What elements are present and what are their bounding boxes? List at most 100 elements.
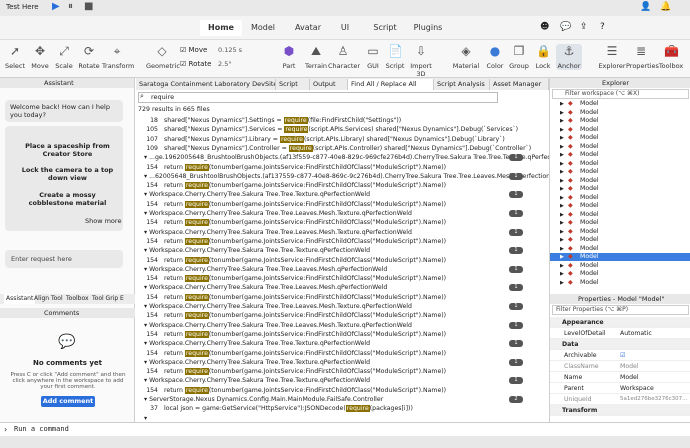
explorer-item[interactable]: ▶ ◆ Model bbox=[550, 134, 690, 142]
rotate-checkbox[interactable]: ☑ Rotate bbox=[180, 60, 211, 68]
chat-icon[interactable]: 💬 bbox=[560, 22, 571, 32]
explorer-item[interactable]: ▶ ◆ Model bbox=[550, 270, 690, 278]
prop-archivable[interactable]: Archivable ☑ bbox=[550, 350, 690, 361]
result-file[interactable]: ▾ Workspace.Cherry.CherryTree.Sakura Tre… bbox=[136, 265, 549, 274]
result-line[interactable]: 154 return require(tonumber(game.JointsSe… bbox=[136, 274, 549, 283]
anchor-button[interactable]: ⚓ Anchor bbox=[556, 44, 582, 70]
result-line[interactable]: 37 local json = game:GetService("HttpServ… bbox=[136, 404, 549, 413]
explorer-button[interactable]: ☰ Explorer bbox=[598, 44, 626, 70]
character-button[interactable]: ♙ Character bbox=[328, 44, 360, 70]
tab-script[interactable]: Script bbox=[368, 20, 402, 36]
explorer-item[interactable]: ▶ ◆ Model bbox=[550, 177, 690, 185]
play-icon[interactable]: ▶ bbox=[52, 1, 60, 12]
explorer-item[interactable]: ▶ ◆ Model bbox=[550, 160, 690, 168]
result-line[interactable]: 18 shared["Nexus Dynamics"].Settings = re… bbox=[136, 116, 549, 125]
result-file[interactable]: ▾ Workspace.Cherry.CherryTree.Sakura Tre… bbox=[136, 302, 549, 311]
toolbox-button[interactable]: 🧰 Toolbox bbox=[656, 44, 686, 70]
script-button[interactable]: 📄 Script bbox=[382, 44, 408, 70]
explorer-item[interactable]: ▶ ◆ Model bbox=[550, 126, 690, 134]
chevron-right-icon[interactable]: ▶ bbox=[560, 143, 564, 151]
result-line[interactable]: 154 return require(tonumber(game.JointsSe… bbox=[136, 256, 549, 265]
result-file[interactable]: ▾ Workspace.Cherry.CherryTree.Sakura Tre… bbox=[136, 376, 549, 385]
place-name[interactable]: Test Here bbox=[6, 3, 39, 11]
result-line[interactable]: 105 shared["Nexus Dynamics"].Services = r… bbox=[136, 125, 549, 134]
result-line[interactable]: 154 return require(tonumber(game.JointsSe… bbox=[136, 311, 549, 320]
user-avatar-icon[interactable]: ☻ bbox=[540, 22, 549, 32]
result-line[interactable]: 109 shared["Nexus Dynamics"].Controller =… bbox=[136, 144, 549, 153]
explorer-item[interactable]: ▶ ◆ Model bbox=[550, 279, 690, 287]
chevron-right-icon[interactable]: ▶ bbox=[560, 126, 564, 134]
explorer-item[interactable]: ▶ ◆ Model bbox=[550, 262, 690, 270]
section-appearance[interactable]: Appearance bbox=[550, 317, 690, 328]
chevron-right-icon[interactable]: ▶ bbox=[560, 262, 564, 270]
tab-assistant[interactable]: Assistant bbox=[4, 294, 36, 304]
suggestion-2[interactable]: Lock the camera to a top down view bbox=[20, 166, 115, 182]
checkbox-icon[interactable]: ☑ bbox=[620, 350, 626, 361]
help-icon[interactable]: ? bbox=[600, 22, 605, 32]
request-input[interactable]: Enter request here bbox=[5, 250, 123, 268]
geometric-tool[interactable]: ◇ Geometric bbox=[146, 44, 180, 70]
explorer-item[interactable]: ▶ ◆ Model bbox=[550, 151, 690, 159]
chevron-right-icon[interactable]: ▶ bbox=[560, 185, 564, 193]
explorer-item[interactable]: ▶ ◆ Model bbox=[550, 143, 690, 151]
result-line[interactable]: 154 return require(tonumber(game.JointsSe… bbox=[136, 200, 549, 209]
select-tool[interactable]: ➚ Select bbox=[2, 44, 28, 70]
explorer-item[interactable]: ▶ ◆ Model bbox=[550, 253, 690, 261]
part-button[interactable]: ⬢ Part bbox=[276, 44, 302, 70]
tab-toolbox[interactable]: Toolbox bbox=[66, 294, 89, 304]
share-icon[interactable]: ⇪ bbox=[580, 22, 588, 32]
explorer-filter[interactable]: Filter workspace (⌥ ⌘X) bbox=[552, 89, 689, 99]
stop-icon[interactable]: ■ bbox=[84, 1, 93, 12]
chevron-right-icon[interactable]: ▶ bbox=[560, 160, 564, 168]
tab-asset-manager[interactable]: Asset Manager bbox=[490, 79, 549, 90]
result-file[interactable]: ▾ Workspace.Cherry.CherryTree.Sakura Tre… bbox=[136, 283, 549, 292]
suggestion-1[interactable]: Place a spaceship from Creator Store bbox=[20, 142, 115, 158]
result-line[interactable]: 154 return require(tonumber(game.JointsSe… bbox=[136, 386, 549, 395]
properties-filter[interactable]: Filter Properties (⌥ ⌘P) bbox=[552, 305, 689, 315]
result-file[interactable]: ▾ ...ge.1962005648_BrushtoolBrushObjects… bbox=[136, 153, 549, 162]
suggestion-3[interactable]: Create a mossy cobblestone material bbox=[20, 191, 115, 207]
explorer-item[interactable]: ▶ ◆ Model bbox=[550, 245, 690, 253]
transform-tool[interactable]: ⌖ Transform bbox=[102, 44, 134, 70]
result-line[interactable]: 154 return require(tonumber(game.JointsSe… bbox=[136, 163, 549, 172]
tab-place[interactable]: Saratoga Containment Laboratory DevSite bbox=[136, 79, 276, 90]
chevron-right-icon[interactable]: ▶ bbox=[560, 279, 564, 287]
result-file[interactable]: ▾ ServerStorage.Nexus Dynamics.Config.Ma… bbox=[136, 395, 549, 404]
tab-script-analysis[interactable]: Script Analysis bbox=[434, 79, 490, 90]
chevron-right-icon[interactable]: ▶ bbox=[560, 211, 564, 219]
result-line[interactable]: 154 return require(tonumber(game.JointsSe… bbox=[136, 367, 549, 376]
terrain-button[interactable]: ⛰ Terrain bbox=[302, 44, 330, 70]
chevron-right-icon[interactable]: ▶ bbox=[560, 100, 564, 108]
tab-model[interactable]: Model bbox=[244, 20, 282, 36]
result-line[interactable]: 154 return require(tonumber(game.JointsSe… bbox=[136, 349, 549, 358]
chevron-right-icon[interactable]: ▶ bbox=[560, 168, 564, 176]
explorer-item[interactable]: ▶ ◆ Model bbox=[550, 228, 690, 236]
chevron-right-icon[interactable]: ▶ bbox=[560, 109, 564, 117]
explorer-item[interactable]: ▶ ◆ Model bbox=[550, 100, 690, 108]
tab-output[interactable]: Output bbox=[310, 79, 348, 90]
result-file[interactable]: ▾ ...62005648_BrushtoolBrushObjects.(af1… bbox=[136, 172, 549, 181]
result-line[interactable]: 154 return require(tonumber(game.JointsSe… bbox=[136, 218, 549, 227]
explorer-item[interactable]: ▶ ◆ Model bbox=[550, 211, 690, 219]
tab-plugins[interactable]: Plugins bbox=[408, 20, 448, 36]
result-file[interactable]: ▾ Workspace.Cherry.CherryTree.Sakura Tre… bbox=[136, 246, 549, 255]
section-data[interactable]: Data bbox=[550, 339, 690, 350]
add-comment-button[interactable]: Add comment bbox=[41, 396, 95, 407]
result-line[interactable]: 154 return require(tonumber(game.JointsSe… bbox=[136, 330, 549, 339]
lock-button[interactable]: 🔒 Lock bbox=[530, 44, 556, 70]
tab-find-all[interactable]: Find All / Replace All bbox=[348, 79, 434, 90]
prop-lod[interactable]: LevelOfDetail Automatic bbox=[550, 328, 690, 339]
properties-button[interactable]: ≣ Properties bbox=[626, 44, 659, 70]
result-line[interactable]: 154 return require(tonumber(game.JointsSe… bbox=[136, 293, 549, 302]
move-tool[interactable]: ✥ Move bbox=[27, 44, 53, 70]
chevron-right-icon[interactable]: ▶ bbox=[560, 236, 564, 244]
tab-tool-grip[interactable]: Tool Grip E bbox=[92, 294, 124, 304]
result-line[interactable]: 154 return require(tonumber(game.JointsSe… bbox=[136, 237, 549, 246]
result-file[interactable]: ▾ Workspace.Cherry.CherryTree.Sakura Tre… bbox=[136, 339, 549, 348]
result-line[interactable]: 154 return require(tonumber(game.JointsSe… bbox=[136, 181, 549, 190]
chevron-right-icon[interactable]: ▶ bbox=[560, 134, 564, 142]
chevron-right-icon[interactable]: ▶ bbox=[560, 270, 564, 278]
expand-arrow-icon[interactable]: ▾ bbox=[144, 415, 147, 422]
section-transform[interactable]: Transform bbox=[550, 405, 690, 416]
chevron-right-icon[interactable]: ▶ bbox=[560, 245, 564, 253]
